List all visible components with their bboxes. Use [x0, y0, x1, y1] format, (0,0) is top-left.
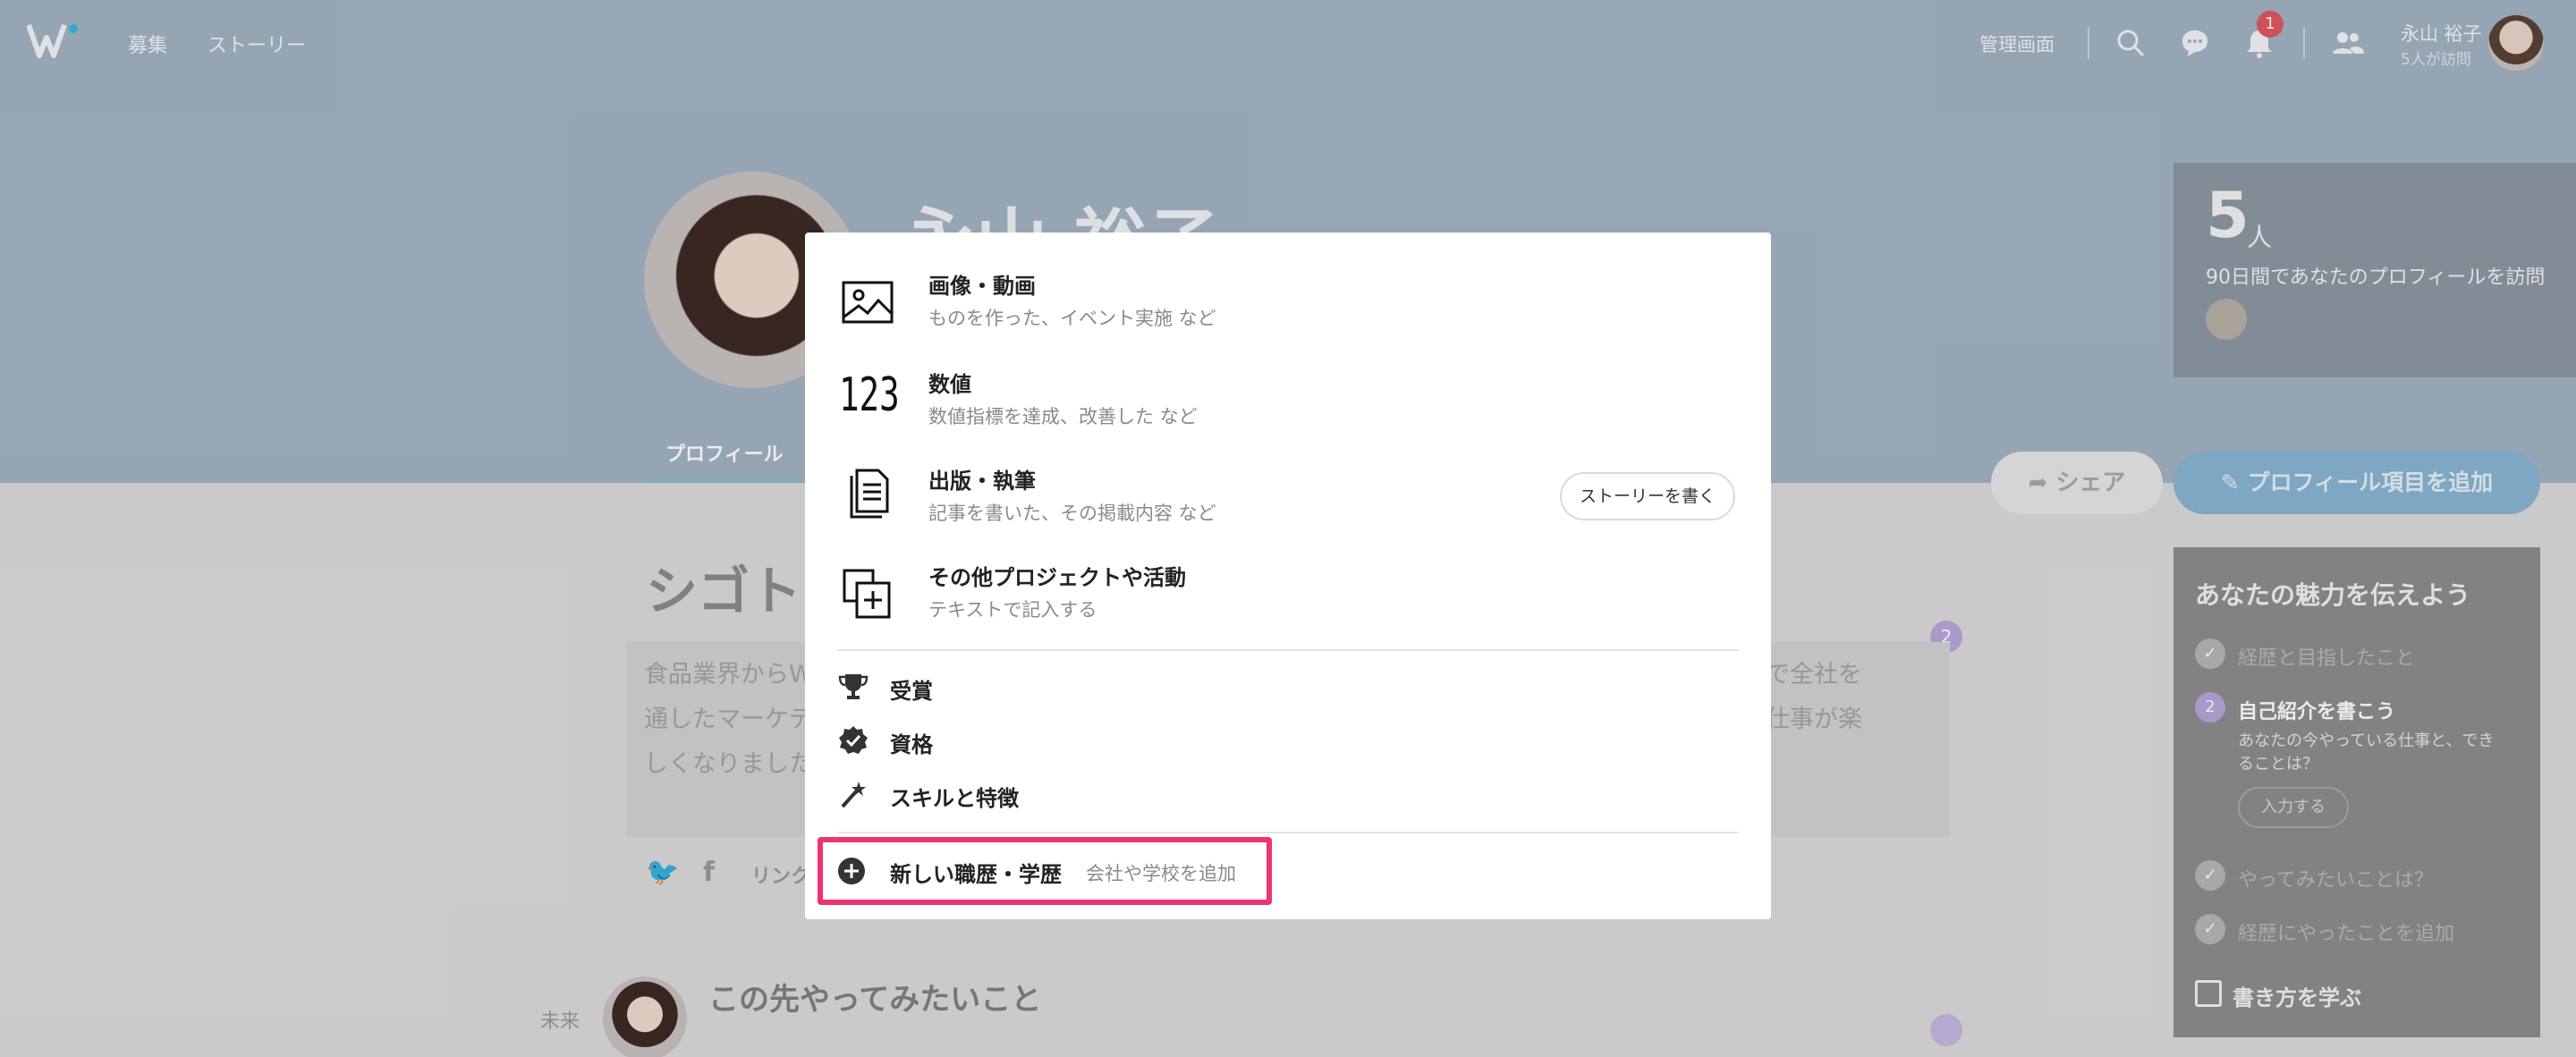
menu-item-sub[interactable]: 数値指標を達成、改善した など — [928, 402, 1198, 429]
menu-item-award[interactable]: 受賞 — [890, 673, 933, 705]
image-icon — [842, 281, 894, 324]
write-story-button[interactable]: ストーリーを書く — [1560, 472, 1735, 520]
menu-item-title[interactable]: 数値 — [928, 367, 971, 398]
menu-item-certification[interactable]: 資格 — [890, 727, 933, 758]
divider — [837, 832, 1739, 833]
highlight-box — [818, 837, 1272, 905]
add-item-modal: 画像・動画 ものを作った、イベント実施 など 123 数値 数値指標を達成、改善… — [805, 233, 1771, 919]
menu-item-sub[interactable]: 記事を書いた、その掲載内容 など — [928, 499, 1216, 526]
magic-wand-icon — [841, 782, 866, 808]
menu-item-title[interactable]: 出版・執筆 — [928, 463, 1036, 495]
numbers-icon: 123 — [839, 368, 900, 422]
add-copy-icon — [843, 569, 891, 619]
divider — [837, 649, 1739, 651]
menu-item-title[interactable]: 画像・動画 — [928, 268, 1036, 300]
trophy-icon — [838, 674, 869, 699]
document-icon — [850, 469, 889, 519]
menu-item-title[interactable]: その他プロジェクトや活動 — [928, 560, 1186, 591]
certified-icon — [839, 726, 868, 754]
menu-item-sub[interactable]: ものを作った、イベント実施 など — [928, 304, 1216, 331]
menu-item-sub[interactable]: テキストで記入する — [928, 596, 1097, 622]
menu-item-skills[interactable]: スキルと特徴 — [890, 781, 1019, 812]
